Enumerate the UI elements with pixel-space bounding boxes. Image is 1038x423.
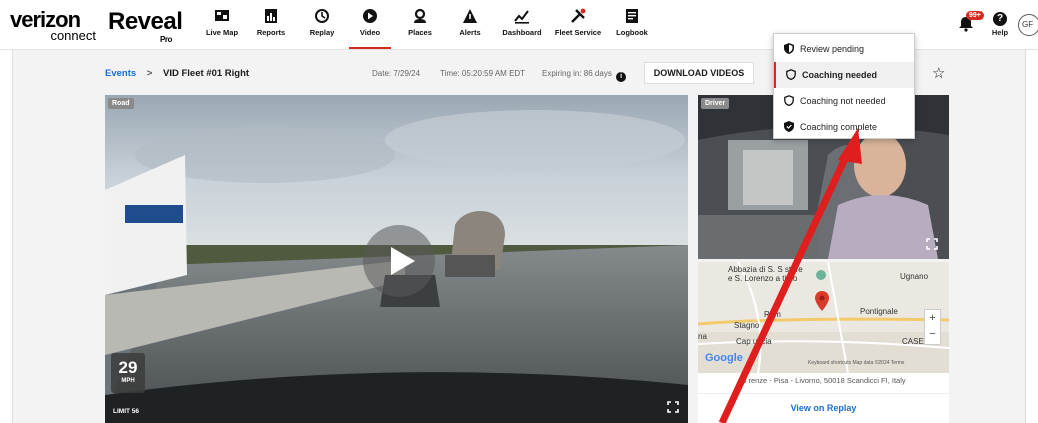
nav-fleet-service[interactable]: Fleet Service bbox=[552, 8, 604, 48]
nav-label: Dashboard bbox=[502, 28, 542, 37]
map-attribution[interactable]: Keyboard shortcuts Map data ©2024 Terms bbox=[808, 360, 904, 366]
google-logo: Google bbox=[705, 352, 743, 364]
map-label-abbazia: Abbazia di S. S store bbox=[728, 265, 803, 274]
nav-replay[interactable]: Replay bbox=[305, 8, 339, 48]
menu-item-label: Review pending bbox=[800, 44, 865, 54]
shield-outline-icon bbox=[784, 95, 794, 106]
download-videos-button[interactable]: DOWNLOAD VIDEOS bbox=[644, 62, 754, 84]
star-icon[interactable]: ☆ bbox=[932, 64, 945, 82]
speed-value: 29 bbox=[118, 358, 138, 377]
nav-logbook[interactable]: Logbook bbox=[614, 8, 650, 48]
nav-places[interactable]: Places bbox=[403, 8, 437, 48]
avatar[interactable]: GF bbox=[1018, 14, 1038, 36]
alerts-icon bbox=[463, 9, 477, 23]
help-icon: ? bbox=[993, 12, 1007, 26]
nav-label: Alerts bbox=[459, 28, 481, 37]
product-title: Reveal bbox=[108, 8, 183, 35]
zoom-in-button[interactable]: + bbox=[925, 310, 940, 326]
map-label-stagno: Stagno bbox=[734, 321, 760, 330]
speed-unit: MPH bbox=[121, 378, 135, 384]
logbook-icon bbox=[626, 9, 638, 23]
menu-item-coaching-not-needed[interactable]: Coaching not needed bbox=[774, 88, 914, 114]
fullscreen-icon[interactable] bbox=[926, 238, 938, 250]
breadcrumb-events-link[interactable]: Events bbox=[105, 68, 136, 79]
nav-label: Live Map bbox=[205, 28, 239, 37]
menu-item-coaching-needed[interactable]: Coaching needed bbox=[774, 62, 914, 88]
breadcrumb-current: VID Fleet #01 Right bbox=[163, 68, 250, 79]
help-button[interactable]: ? Help bbox=[990, 12, 1010, 37]
menu-item-label: Coaching needed bbox=[802, 70, 878, 80]
nav-dashboard[interactable]: Dashboard bbox=[499, 8, 545, 48]
info-icon[interactable]: i bbox=[616, 72, 627, 82]
video-icon bbox=[363, 9, 377, 23]
shield-half-icon bbox=[784, 43, 794, 54]
map-label-roma: Rom bbox=[764, 310, 781, 319]
menu-item-label: Coaching complete bbox=[800, 122, 878, 132]
help-label: Help bbox=[991, 28, 1009, 37]
product-tier: Pro bbox=[160, 35, 172, 44]
nav-label: Places bbox=[408, 28, 432, 37]
map-pin-icon bbox=[815, 291, 829, 311]
places-icon bbox=[414, 8, 426, 23]
zoom-out-button[interactable]: − bbox=[925, 326, 940, 342]
map-label-cap: Cap uccia bbox=[736, 337, 772, 346]
live-map-icon bbox=[215, 10, 229, 21]
play-icon bbox=[391, 247, 415, 275]
coaching-status-menu: Review pending Coaching needed Coaching … bbox=[773, 33, 915, 139]
nav-label: Logbook bbox=[616, 28, 648, 37]
nav-reports[interactable]: Reports bbox=[255, 8, 287, 48]
logo-line1: verizon bbox=[10, 7, 81, 32]
road-camera-tag: Road bbox=[108, 98, 134, 109]
replay-icon bbox=[315, 9, 329, 23]
fleet-service-icon bbox=[571, 8, 586, 23]
menu-item-review-pending[interactable]: Review pending bbox=[774, 36, 914, 62]
event-address: S renze - Pisa - Livorno, 50018 Scandicc… bbox=[698, 373, 949, 393]
shield-outline-icon bbox=[786, 69, 796, 80]
map-label-lorenzo: e S. Lorenzo a timo bbox=[728, 274, 798, 283]
nav-label: Fleet Service bbox=[554, 28, 602, 37]
map-label-ugnano: Ugnano bbox=[900, 272, 929, 281]
breadcrumb-separator: > bbox=[146, 68, 153, 79]
speed-limit: LIMIT 56 bbox=[113, 408, 140, 415]
product-name: Reveal Pro bbox=[108, 8, 183, 44]
map-label-na: na bbox=[698, 332, 707, 341]
breadcrumb: Events > VID Fleet #01 Right bbox=[105, 68, 249, 79]
play-button[interactable] bbox=[363, 225, 435, 297]
verizon-connect-logo[interactable]: verizon connect bbox=[10, 7, 98, 43]
reports-icon bbox=[265, 9, 277, 23]
event-expiring: Expiring in: 86 days i bbox=[542, 69, 627, 82]
nav-label: Replay bbox=[309, 28, 335, 37]
nav-video[interactable]: Video bbox=[349, 8, 391, 49]
shield-check-icon bbox=[784, 121, 794, 132]
map-label-pontignale: Pontignale bbox=[860, 307, 898, 316]
dashboard-icon bbox=[514, 10, 529, 24]
view-on-replay-link[interactable]: View on Replay bbox=[698, 393, 949, 423]
event-expiring-text: Expiring in: 86 days bbox=[542, 69, 612, 78]
event-time: Time: 05:20:59 AM EDT bbox=[440, 69, 526, 78]
nav-label: Reports bbox=[256, 28, 286, 37]
nav-label: Video bbox=[359, 28, 381, 37]
menu-item-coaching-complete[interactable]: Coaching complete bbox=[774, 114, 914, 140]
menu-item-label: Coaching not needed bbox=[800, 96, 886, 106]
fullscreen-icon[interactable] bbox=[667, 401, 679, 413]
road-video-player[interactable]: Road 29 MPH LIMIT 56 bbox=[105, 95, 688, 423]
notification-badge[interactable]: 99+ bbox=[966, 11, 984, 20]
nav-alerts[interactable]: Alerts bbox=[455, 8, 485, 48]
driver-camera-tag: Driver bbox=[701, 98, 730, 109]
event-date: Date: 7/29/24 bbox=[372, 69, 421, 78]
speed-indicator: 29 MPH bbox=[111, 353, 145, 393]
location-map[interactable]: Abbazia di S. S store e S. Lorenzo a tim… bbox=[698, 262, 949, 373]
map-zoom-control: + − bbox=[924, 309, 941, 345]
nav-live-map[interactable]: Live Map bbox=[205, 8, 239, 48]
